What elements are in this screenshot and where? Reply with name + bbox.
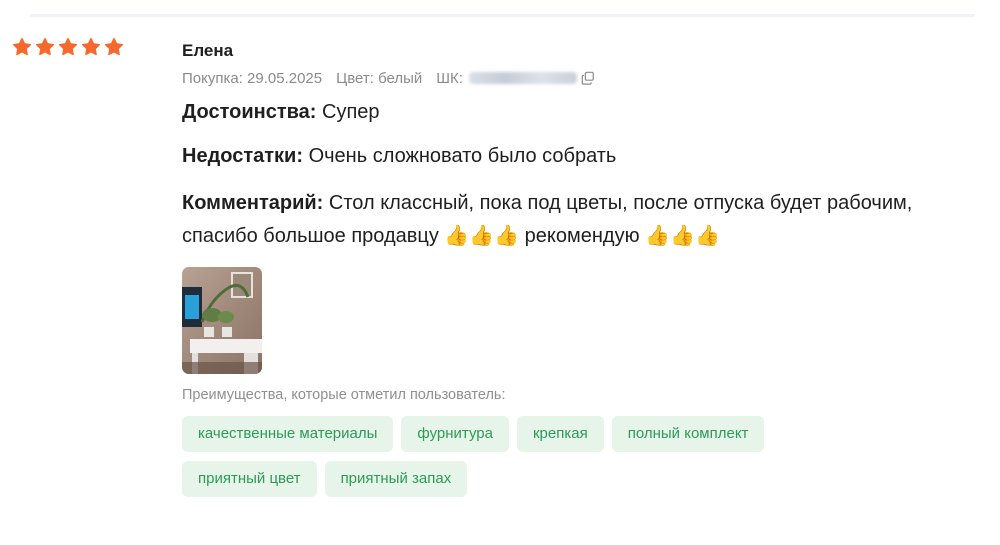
advantage-chip[interactable]: полный комплект xyxy=(611,416,765,452)
advantage-chip[interactable]: приятный запах xyxy=(324,461,468,497)
pros-label: Достоинства: xyxy=(182,101,317,123)
pros-text: Супер xyxy=(322,101,380,123)
star-icon xyxy=(58,37,78,56)
divider xyxy=(30,14,975,17)
advantage-chip[interactable]: качественные материалы xyxy=(182,416,394,452)
rating-stars xyxy=(12,37,124,57)
advantage-chip[interactable]: приятный цвет xyxy=(182,461,317,497)
advantages-title: Преимущества, которые отметил пользовате… xyxy=(182,387,506,403)
copy-icon[interactable] xyxy=(581,71,595,85)
star-icon xyxy=(12,37,32,56)
star-icon xyxy=(104,37,124,56)
advantage-chip[interactable]: фурнитура xyxy=(401,416,509,452)
pros-row: Достоинства: Супер xyxy=(182,99,972,125)
review-author: Елена xyxy=(182,41,234,60)
advantages-chips: качественные материалы фурнитура крепкая… xyxy=(182,416,882,497)
purchase-date: Покупка: 29.05.2025 xyxy=(182,69,323,87)
review-photo[interactable] xyxy=(182,267,262,374)
review-card: Елена Покупка: 29.05.2025 Цвет: белый ШК… xyxy=(182,40,972,497)
star-icon xyxy=(81,37,101,56)
star-icon xyxy=(35,37,55,56)
cons-label: Недостатки: xyxy=(182,145,304,167)
sku-label: ШК: xyxy=(436,69,463,87)
review-meta: Покупка: 29.05.2025 Цвет: белый ШК: xyxy=(182,68,972,88)
sku-value-blurred xyxy=(468,72,577,84)
comment-label: Комментарий: xyxy=(182,192,324,214)
product-color: Цвет: белый xyxy=(336,69,423,87)
cons-row: Недостатки: Очень сложновато было собрат… xyxy=(182,143,972,169)
advantage-chip[interactable]: крепкая xyxy=(516,416,604,452)
cons-text: Очень сложновато было собрать xyxy=(308,145,617,167)
comment-row: Комментарий: Стол классный, пока под цве… xyxy=(182,187,972,253)
